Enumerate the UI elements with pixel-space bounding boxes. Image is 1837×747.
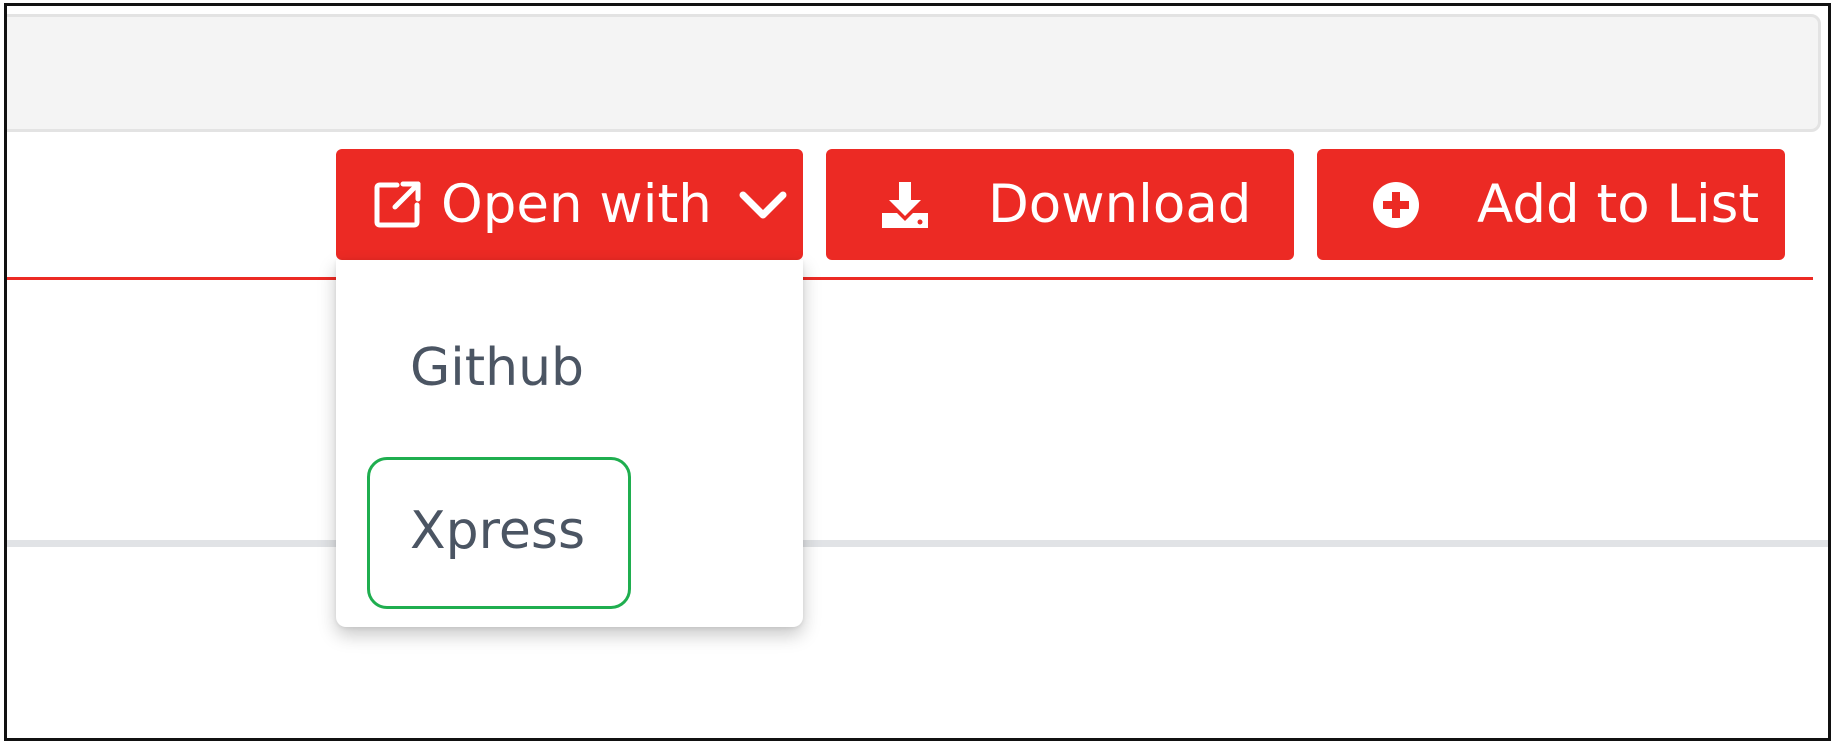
- download-button[interactable]: Download: [826, 149, 1294, 260]
- open-with-button[interactable]: Open with: [336, 149, 803, 260]
- menu-item-label: Xpress: [410, 501, 586, 561]
- open-with-dropdown-menu: Github Xpress: [336, 260, 803, 627]
- menu-item-github[interactable]: Github: [336, 308, 803, 428]
- chevron-down-icon: [738, 189, 788, 221]
- section-divider: [7, 277, 1813, 280]
- app-frame: Open with Download Add to List Github Xp…: [4, 3, 1831, 741]
- external-link-icon: [371, 179, 423, 231]
- plus-circle-icon: [1371, 180, 1421, 230]
- download-label: Download: [988, 174, 1252, 235]
- add-to-list-label: Add to List: [1477, 174, 1760, 235]
- open-with-label: Open with: [441, 174, 712, 235]
- top-bar: [7, 14, 1821, 132]
- download-icon: [880, 180, 930, 230]
- menu-item-label: Github: [410, 338, 585, 398]
- add-to-list-button[interactable]: Add to List: [1317, 149, 1785, 260]
- menu-item-xpress[interactable]: Xpress: [336, 471, 803, 591]
- content-divider: [7, 540, 1828, 547]
